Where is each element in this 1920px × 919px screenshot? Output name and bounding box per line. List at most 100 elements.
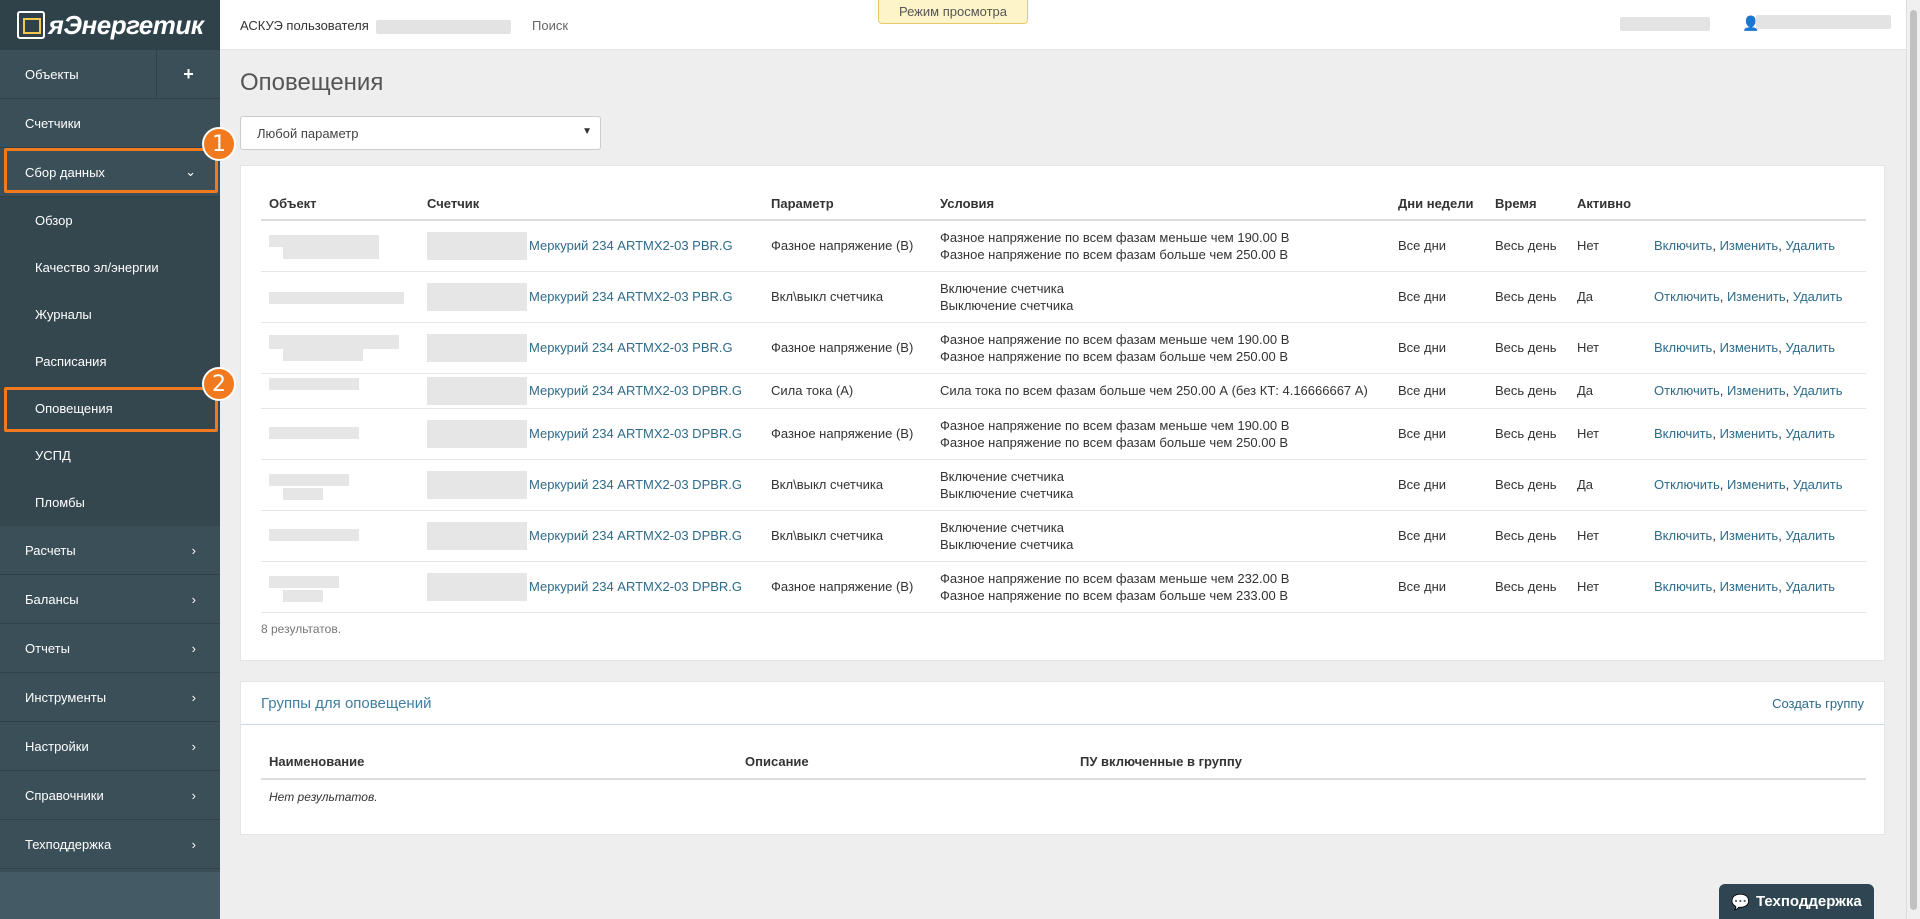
submenu-uspd-label: УСПД (35, 448, 71, 463)
table-row: Меркурий 234 ARTMX2-03 DPBR.G Фазное напр… (261, 408, 1866, 460)
groups-empty-text: Нет результатов. (269, 789, 378, 804)
toggle-alert-link[interactable]: Отключить (1654, 383, 1720, 398)
submenu-journals[interactable]: Журналы (0, 291, 220, 338)
table-row: Меркурий 234 ARTMX2-03 PBR.G Фазное напря… (261, 220, 1866, 272)
table-row: Меркурий 234 ARTMX2-03 DPBR.G Сила тока (… (261, 373, 1866, 409)
submenu-uspd[interactable]: УСПД (0, 432, 220, 479)
redacted-object-name (269, 376, 419, 406)
submenu-alerts[interactable]: Оповещения (0, 385, 220, 432)
submenu-schedules[interactable]: Расписания (0, 338, 220, 385)
create-group-link[interactable]: Создать группу (1772, 696, 1864, 711)
redacted-meter-id (427, 572, 527, 601)
toggle-alert-link[interactable]: Включить (1654, 238, 1712, 253)
col-time[interactable]: Время (1487, 188, 1569, 221)
menu-balances[interactable]: Балансы › (0, 575, 220, 624)
add-object-button[interactable]: + (156, 50, 220, 98)
delete-alert-link[interactable]: Удалить (1785, 426, 1835, 441)
menu-objects[interactable]: Объекты + (0, 50, 220, 99)
meter-link[interactable]: Меркурий 234 ARTMX2-03 DPBR.G (529, 527, 742, 544)
redacted-username[interactable] (1756, 15, 1891, 29)
meter-link[interactable]: Меркурий 234 ARTMX2-03 DPBR.G (529, 382, 742, 399)
meter-link[interactable]: Меркурий 234 ARTMX2-03 DPBR.G (529, 476, 742, 493)
object-cell (261, 373, 419, 409)
menu-balances-label: Балансы (25, 591, 79, 607)
toggle-alert-link[interactable]: Включить (1654, 426, 1712, 441)
edit-alert-link[interactable]: Изменить (1727, 383, 1786, 398)
edit-alert-link[interactable]: Изменить (1720, 528, 1779, 543)
menu-calculations[interactable]: Расчеты › (0, 526, 220, 575)
submenu-seals[interactable]: Пломбы (0, 479, 220, 526)
menu-support[interactable]: Техподдержка › (0, 820, 220, 869)
delete-alert-link[interactable]: Удалить (1793, 477, 1843, 492)
search-link[interactable]: Поиск (532, 18, 568, 33)
col-active[interactable]: Активно (1569, 188, 1646, 221)
edit-alert-link[interactable]: Изменить (1727, 289, 1786, 304)
meter-link[interactable]: Меркурий 234 ARTMX2-03 DPBR.G (529, 425, 742, 442)
col-weekdays[interactable]: Дни недели (1390, 188, 1487, 221)
toggle-alert-link[interactable]: Отключить (1654, 289, 1720, 304)
menu-calculations-label: Расчеты (25, 542, 76, 558)
time-cell: Весь день (1487, 510, 1569, 562)
meter-link[interactable]: Меркурий 234 ARTMX2-03 PBR.G (529, 339, 733, 356)
toggle-alert-link[interactable]: Отключить (1654, 477, 1720, 492)
condition-line: Выключение счетчика (940, 536, 1074, 552)
toggle-alert-link[interactable]: Включить (1654, 528, 1712, 543)
chevron-down-icon: ⌄ (185, 164, 196, 179)
menu-settings[interactable]: Настройки › (0, 722, 220, 771)
logo[interactable]: яЭнергетик (0, 0, 220, 50)
toggle-alert-link[interactable]: Включить (1654, 579, 1712, 594)
delete-alert-link[interactable]: Удалить (1785, 238, 1835, 253)
condition-line: Фазное напряжение по всем фазам меньше ч… (940, 229, 1290, 245)
col-parameter[interactable]: Параметр (763, 188, 932, 221)
edit-alert-link[interactable]: Изменить (1720, 238, 1779, 253)
time-cell: Весь день (1487, 408, 1569, 460)
col-object[interactable]: Объект (261, 188, 419, 221)
redacted-object-name (269, 419, 419, 449)
col-group-description[interactable]: Описание (737, 744, 1072, 780)
redacted-object-part (269, 473, 349, 486)
menu-references[interactable]: Справочники › (0, 771, 220, 820)
redacted-object-name (269, 470, 419, 500)
delete-alert-link[interactable]: Удалить (1785, 528, 1835, 543)
menu-tools[interactable]: Инструменты › (0, 673, 220, 722)
scrollbar-thumb[interactable] (1910, 10, 1917, 910)
delete-alert-link[interactable]: Удалить (1785, 340, 1835, 355)
delete-alert-link[interactable]: Удалить (1793, 289, 1843, 304)
submenu-seals-label: Пломбы (35, 495, 85, 510)
edit-alert-link[interactable]: Изменить (1720, 426, 1779, 441)
redacted-object-part (344, 528, 359, 541)
time-cell: Весь день (1487, 561, 1569, 613)
meter-link[interactable]: Меркурий 234 ARTMX2-03 PBR.G (529, 288, 733, 305)
submenu-overview[interactable]: Обзор (0, 197, 220, 244)
active-cell: Да (1569, 271, 1646, 323)
sidebar: яЭнергетик Объекты + Счетчики Сбор данны… (0, 0, 220, 919)
col-conditions[interactable]: Условия (932, 188, 1390, 221)
col-meter[interactable]: Счетчик (419, 188, 763, 221)
menu-reports[interactable]: Отчеты › (0, 624, 220, 673)
menu-reports-label: Отчеты (25, 640, 70, 656)
menu-data-collection[interactable]: Сбор данных ⌄ (0, 148, 220, 197)
col-group-name[interactable]: Наименование (261, 744, 737, 780)
edit-alert-link[interactable]: Изменить (1720, 579, 1779, 594)
edit-alert-link[interactable]: Изменить (1720, 340, 1779, 355)
delete-alert-link[interactable]: Удалить (1793, 383, 1843, 398)
condition-line: Выключение счетчика (940, 297, 1074, 313)
logo-text: яЭнергетик (48, 9, 204, 40)
active-cell: Нет (1569, 510, 1646, 562)
redacted-object-name (269, 282, 419, 312)
toggle-alert-link[interactable]: Включить (1654, 340, 1712, 355)
object-cell (261, 220, 419, 272)
delete-alert-link[interactable]: Удалить (1785, 579, 1835, 594)
meter-link[interactable]: Меркурий 234 ARTMX2-03 PBR.G (529, 237, 733, 254)
conditions-cell: Включение счетчика Выключение счетчика (932, 459, 1390, 511)
scrollbar[interactable] (1906, 0, 1920, 919)
submenu-power-quality[interactable]: Качество эл/энергии (0, 244, 220, 291)
weekdays-cell: Все дни (1390, 408, 1487, 460)
menu-meters[interactable]: Счетчики (0, 99, 220, 148)
weekdays-cell: Все дни (1390, 373, 1487, 409)
meter-link[interactable]: Меркурий 234 ARTMX2-03 DPBR.G (529, 578, 742, 595)
support-button[interactable]: 💬 Техподдержка (1719, 884, 1874, 919)
parameter-cell: Фазное напряжение (В) (763, 408, 932, 460)
parameter-filter-select[interactable]: Любой параметр ▼ (240, 116, 601, 150)
edit-alert-link[interactable]: Изменить (1727, 477, 1786, 492)
